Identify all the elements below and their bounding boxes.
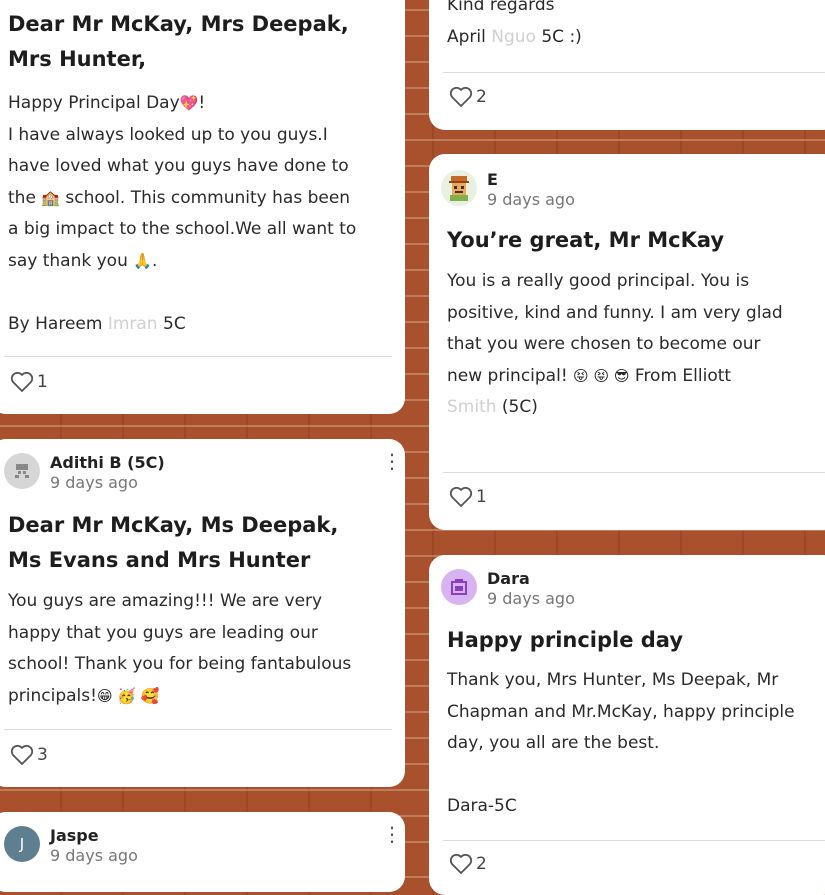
like-count: 2 bbox=[476, 854, 487, 874]
redacted-name: Nguo bbox=[491, 26, 536, 47]
post-card[interactable]: J Jaspe 9 days ago ⋮ bbox=[0, 812, 405, 892]
box-avatar-icon bbox=[451, 579, 467, 595]
robot-avatar-icon bbox=[15, 464, 29, 478]
school-emoji-icon: 🏫 bbox=[41, 188, 60, 207]
emoji-group-icon: 😁 🥳 🥰 bbox=[96, 686, 160, 705]
post-title: Dear Mr McKay, Mrs Deepak, Mrs Hunter, bbox=[8, 12, 349, 71]
post-card[interactable]: Dara 9 days ago ⋮ Happy principle day Th… bbox=[429, 555, 825, 895]
post-body: Thank you, Mrs Hunter, Ms Deepak, Mr Cha… bbox=[447, 670, 795, 816]
like-button[interactable]: 3 bbox=[10, 744, 48, 766]
emoji-group-icon: 😝 😝 😎 bbox=[573, 366, 630, 385]
pray-emoji-icon: 🙏 bbox=[133, 251, 152, 270]
post-body: You guys are amazing!!! We are very happ… bbox=[8, 591, 352, 706]
avatar bbox=[441, 569, 477, 605]
more-options-icon[interactable]: ⋮ bbox=[819, 166, 825, 186]
heart-icon bbox=[449, 486, 473, 507]
post-divider bbox=[443, 840, 825, 841]
post-divider bbox=[443, 72, 825, 73]
timestamp: 9 days ago bbox=[50, 846, 138, 865]
like-count: 3 bbox=[37, 745, 48, 765]
redacted-name: Imran bbox=[107, 313, 158, 334]
like-button[interactable]: 1 bbox=[449, 486, 487, 508]
post-divider bbox=[443, 472, 825, 473]
post-author: Adithi B (5C) 9 days ago bbox=[4, 453, 165, 493]
like-button[interactable]: 2 bbox=[449, 86, 487, 108]
post-author: Dara 9 days ago bbox=[441, 569, 575, 609]
post-body: Kind regards April Nguo 5C :) bbox=[447, 0, 582, 47]
post-body: Happy Principal Day💖! I have always look… bbox=[8, 93, 357, 334]
heart-emoji-icon: 💖 bbox=[179, 94, 199, 112]
like-count: 1 bbox=[476, 487, 487, 507]
more-options-icon[interactable]: ⋮ bbox=[382, 824, 402, 844]
post-card[interactable]: Kind regards April Nguo 5C :) 2 bbox=[429, 0, 825, 130]
more-options-icon[interactable]: ⋮ bbox=[819, 567, 825, 587]
redacted-name: Smith bbox=[447, 397, 497, 417]
post-author: E 9 days ago bbox=[441, 170, 575, 210]
avatar bbox=[4, 453, 40, 489]
post-title: Dear Mr McKay, Ms Deepak, Ms Evans and M… bbox=[8, 513, 339, 572]
author-name: Jaspe bbox=[50, 826, 99, 845]
post-divider bbox=[4, 356, 392, 357]
avatar: J bbox=[4, 826, 40, 862]
post-author: J Jaspe 9 days ago bbox=[4, 826, 138, 866]
like-button[interactable]: 1 bbox=[10, 371, 48, 393]
like-button[interactable]: 2 bbox=[449, 853, 487, 875]
heart-icon bbox=[449, 86, 473, 107]
heart-icon bbox=[10, 371, 34, 392]
post-divider bbox=[4, 729, 392, 730]
author-name: E bbox=[487, 170, 498, 189]
avatar bbox=[441, 170, 477, 206]
timestamp: 9 days ago bbox=[50, 473, 138, 492]
timestamp: 9 days ago bbox=[487, 190, 575, 209]
like-count: 2 bbox=[476, 87, 487, 107]
post-title: Happy principle day bbox=[447, 628, 684, 652]
author-name: Dara bbox=[487, 569, 530, 588]
scarecrow-avatar-icon bbox=[449, 176, 469, 201]
timestamp: 9 days ago bbox=[487, 589, 575, 608]
author-name: Adithi B (5C) bbox=[50, 453, 165, 472]
post-body: You is a really good principal. You is p… bbox=[447, 271, 783, 417]
post-card[interactable]: Adithi B (5C) 9 days ago ⋮ Dear Mr McKay… bbox=[0, 439, 405, 787]
post-card[interactable]: E 9 days ago ⋮ You’re great, Mr McKay Yo… bbox=[429, 154, 825, 530]
like-count: 1 bbox=[37, 372, 48, 392]
heart-icon bbox=[10, 744, 34, 765]
post-title: You’re great, Mr McKay bbox=[447, 228, 725, 252]
post-card[interactable]: Dear Mr McKay, Mrs Deepak, Mrs Hunter, H… bbox=[0, 0, 405, 414]
more-options-icon[interactable]: ⋮ bbox=[382, 451, 402, 471]
heart-icon bbox=[449, 853, 473, 874]
